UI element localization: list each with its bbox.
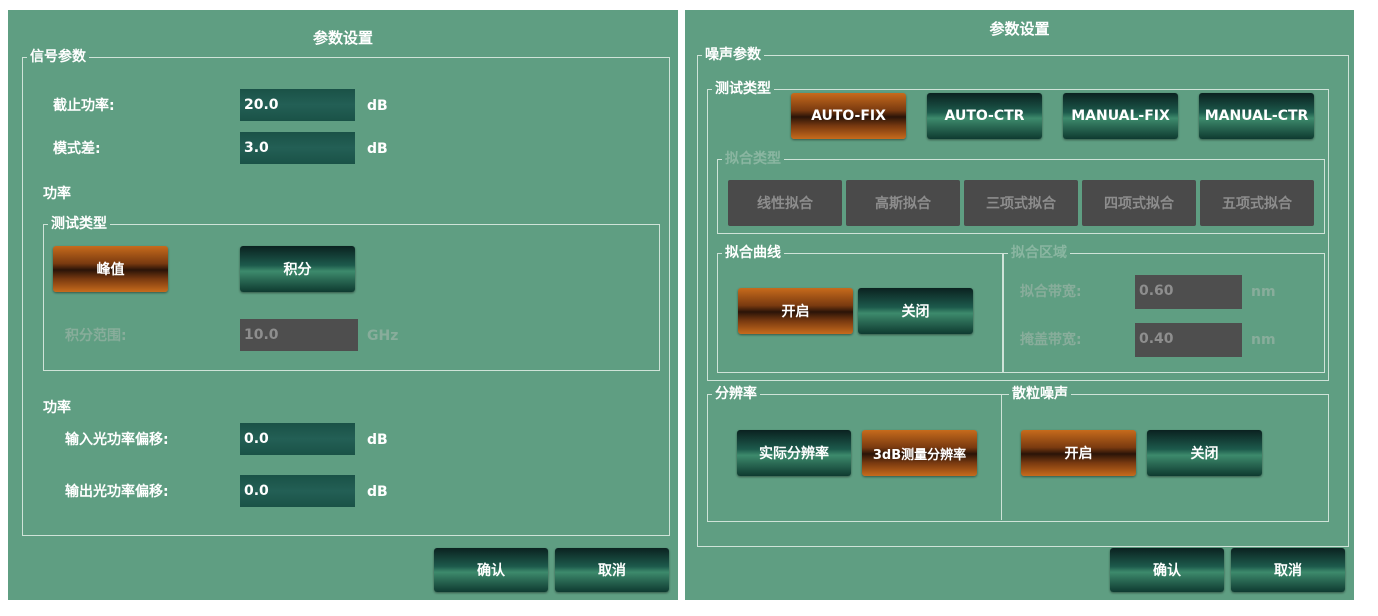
output-power-offset-input[interactable]: 0.0 <box>240 475 355 507</box>
input-power-offset-unit: dB <box>367 432 388 448</box>
shot-noise-off-button[interactable]: 关闭 <box>1147 430 1262 476</box>
input-power-offset-label: 输入光功率偏移: <box>65 432 169 448</box>
trinomial-fit-button[interactable]: 三项式拟合 <box>964 180 1078 226</box>
confirm-button[interactable]: 确认 <box>434 548 548 592</box>
parameter-settings-dialog-noise: 参数设置 噪声参数 测试类型 AUTO-FIX AUTO-CTR MANUAL-… <box>685 10 1354 600</box>
output-power-offset-label: 输出光功率偏移: <box>65 484 169 500</box>
input-power-offset-input[interactable]: 0.0 <box>240 423 355 455</box>
gaussian-fit-button[interactable]: 高斯拟合 <box>846 180 960 226</box>
auto-fix-button[interactable]: AUTO-FIX <box>791 93 906 139</box>
peak-button[interactable]: 峰值 <box>53 246 168 292</box>
3db-resolution-button[interactable]: 3dB测量分辨率 <box>862 430 977 476</box>
cancel-button[interactable]: 取消 <box>1231 548 1345 592</box>
mode-diff-unit: dB <box>367 141 388 157</box>
dialog-title: 参数设置 <box>312 29 373 47</box>
integral-range-label: 积分范围: <box>65 328 127 344</box>
mask-bandwidth-label: 掩盖带宽: <box>1020 332 1082 348</box>
parameter-settings-dialog-signal: 参数设置 信号参数 截止功率: 20.0 dB 模式差: 3.0 dB 功率 测… <box>8 10 678 600</box>
quintic-fit-button[interactable]: 五项式拟合 <box>1200 180 1314 226</box>
dialog-title: 参数设置 <box>989 20 1050 38</box>
output-power-offset-unit: dB <box>367 484 388 500</box>
mode-diff-input[interactable]: 3.0 <box>240 132 355 164</box>
mask-bandwidth-unit: nm <box>1251 332 1276 348</box>
confirm-button[interactable]: 确认 <box>1110 548 1224 592</box>
cutoff-power-unit: dB <box>367 98 388 114</box>
fit-bandwidth-unit: nm <box>1251 284 1276 300</box>
cancel-button[interactable]: 取消 <box>555 548 669 592</box>
quadrinomial-fit-button[interactable]: 四项式拟合 <box>1082 180 1196 226</box>
shot-noise-legend: 散粒噪声 <box>1009 385 1071 403</box>
resolution-legend: 分辨率 <box>712 385 760 403</box>
power-offset-section-label: 功率 <box>43 400 71 416</box>
resolution-shot-divider <box>1001 394 1002 520</box>
noise-params-legend: 噪声参数 <box>702 46 764 64</box>
manual-ctr-button[interactable]: MANUAL-CTR <box>1199 93 1314 139</box>
fit-bandwidth-input[interactable]: 0.60 <box>1135 275 1242 309</box>
cutoff-power-label: 截止功率: <box>53 98 115 114</box>
integral-button[interactable]: 积分 <box>240 246 355 292</box>
test-type-legend: 测试类型 <box>48 215 110 233</box>
cutoff-power-input[interactable]: 20.0 <box>240 89 355 121</box>
actual-resolution-button[interactable]: 实际分辨率 <box>737 430 851 476</box>
mode-diff-label: 模式差: <box>53 141 101 157</box>
test-type-legend: 测试类型 <box>712 80 774 98</box>
power-section-label: 功率 <box>43 186 71 202</box>
fit-region-legend: 拟合区域 <box>1008 244 1070 262</box>
signal-params-legend: 信号参数 <box>27 48 89 66</box>
shot-noise-on-button[interactable]: 开启 <box>1021 430 1136 476</box>
auto-ctr-button[interactable]: AUTO-CTR <box>927 93 1042 139</box>
linear-fit-button[interactable]: 线性拟合 <box>728 180 842 226</box>
mask-bandwidth-input[interactable]: 0.40 <box>1135 323 1242 357</box>
manual-fix-button[interactable]: MANUAL-FIX <box>1063 93 1178 139</box>
fit-curve-on-button[interactable]: 开启 <box>738 288 853 334</box>
fit-curve-off-button[interactable]: 关闭 <box>858 288 973 334</box>
integral-range-unit: GHz <box>367 328 399 344</box>
fit-bandwidth-label: 拟合带宽: <box>1020 284 1082 300</box>
fit-type-legend: 拟合类型 <box>722 150 784 168</box>
fit-curve-legend: 拟合曲线 <box>722 244 784 262</box>
integral-range-input[interactable]: 10.0 <box>240 319 358 351</box>
